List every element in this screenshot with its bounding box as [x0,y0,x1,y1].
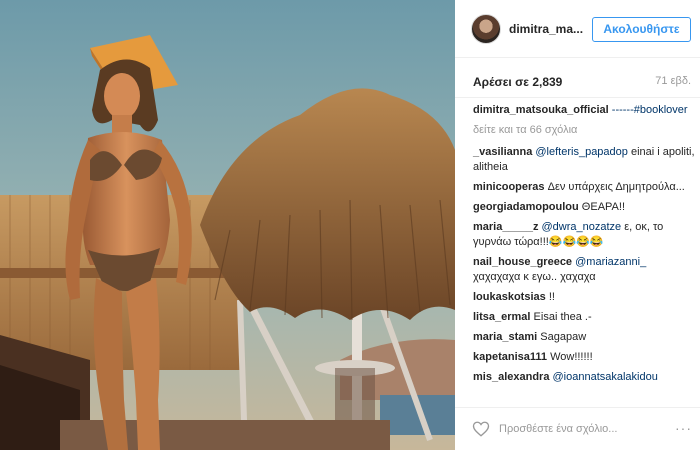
comments-list: dimitra_matsouka_official ------#booklov… [473,103,695,390]
comment: loukaskotsias !! [473,290,695,305]
comment-text: ΘΕΑΡΑ!! [581,201,625,213]
comment-text: χαχαχαχα κ εγω.. χαχαχα [473,271,596,283]
comment: _vasilianna @lefteris_papadop einai i ap… [473,145,695,175]
post-sidebar: dimitra_ma... Ακολουθήστε Αρέσει σε 2,83… [455,0,700,450]
comment: litsa_ermal Eisai thea .- [473,310,695,325]
caption-user[interactable]: dimitra_matsouka_official [473,104,609,116]
heart-icon[interactable] [472,420,490,438]
caption: dimitra_matsouka_official ------#booklov… [473,103,695,118]
comment-user[interactable]: loukaskotsias [473,291,546,303]
comment-mention[interactable]: @dwra_nozatze [542,221,622,233]
comment-user[interactable]: georgiadamopoulou [473,201,579,213]
comment-text: Δεν υπάρχεις Δημητρούλα... [547,181,685,193]
comment-mention[interactable]: @ioannatsakalakidou [553,371,658,383]
comment-user[interactable]: litsa_ermal [473,311,530,323]
comment-mention[interactable]: @lefteris_papadop [535,146,628,158]
comment: nail_house_greece @mariazanni_ χαχαχαχα … [473,255,695,285]
comment-user[interactable]: maria_____z [473,221,538,233]
post-header: dimitra_ma... Ακολουθήστε [455,0,700,58]
post-photo[interactable] [0,0,455,450]
comment-user[interactable]: mis_alexandra [473,371,549,383]
comment-text: Wow!!!!!! [550,351,593,363]
photo-illustration [0,0,455,450]
comment-user[interactable]: minicooperas [473,181,545,193]
comment-text: Eisai thea .- [533,311,592,323]
more-icon[interactable]: ··· [675,420,692,436]
follow-button[interactable]: Ακολουθήστε [592,17,691,42]
caption-text[interactable]: ------#booklover [612,104,688,116]
comment: georgiadamopoulou ΘΕΑΡΑ!! [473,200,695,215]
avatar[interactable] [471,14,501,44]
comment-user[interactable]: nail_house_greece [473,256,572,268]
comment-text: !! [548,291,555,303]
comment-user[interactable]: kapetanisa111 [473,351,547,363]
likes-row: Αρέσει σε 2,839 71 εβδ. [455,58,700,98]
comment: mis_alexandra @ioannatsakalakidou [473,370,695,385]
likes-count[interactable]: Αρέσει σε 2,839 [473,75,562,89]
comment-user[interactable]: _vasilianna [473,146,532,158]
post-age[interactable]: 71 εβδ. [655,75,691,87]
comment: maria_stami Sagapaw [473,330,695,345]
username[interactable]: dimitra_ma... [509,22,583,36]
view-all-comments-link[interactable]: δείτε και τα 66 σχόλια [473,123,695,138]
comment-text: Sagapaw [540,331,587,343]
comment-mention[interactable]: @mariazanni_ [575,256,646,268]
comment: maria_____z @dwra_nozatze ε, οκ, το γυρν… [473,220,695,250]
comment-user[interactable]: maria_stami [473,331,537,343]
comment-footer: Προσθέστε ένα σχόλιο... ··· [455,407,700,450]
add-comment-input[interactable]: Προσθέστε ένα σχόλιο... [499,423,617,435]
comment: kapetanisa111 Wow!!!!!! [473,350,695,365]
comment: minicooperas Δεν υπάρχεις Δημητρούλα... [473,180,695,195]
